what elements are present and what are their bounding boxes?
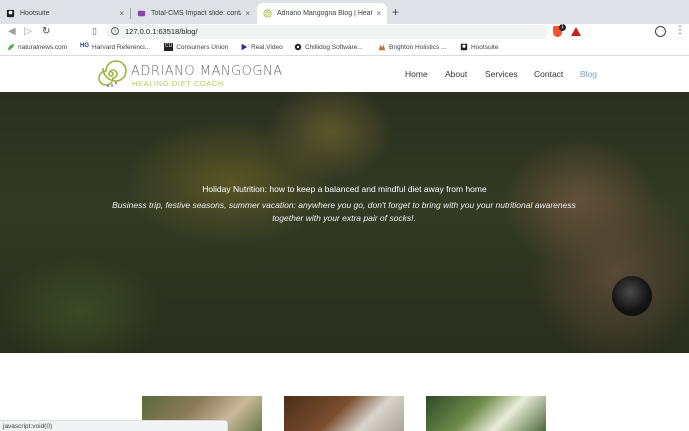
bookmark-label: Brighton Holistics ... (389, 43, 447, 51)
brighton-icon (378, 44, 386, 51)
spiral-favicon-icon (263, 9, 272, 18)
hero-subtitle: Business trip, festive seasons, summer v… (112, 200, 576, 223)
nav-about[interactable]: About (445, 69, 467, 79)
logo-name[interactable]: ADRIANO MANGOGNA (131, 64, 283, 79)
site-header: ADRIANO MANGOGNA HEALING DIET COACH Home… (0, 57, 689, 92)
profile-icon[interactable] (655, 26, 666, 37)
chillidog-icon (294, 43, 302, 51)
forward-arrow-icon[interactable]: ▷ (24, 26, 32, 37)
bookmark-label: Real.Video (251, 43, 283, 51)
status-bubble: javascript:void(0) (0, 420, 228, 431)
tab-title: Total-CMS Impact slide: contai (151, 10, 242, 17)
tab-hootsuite[interactable]: Hootsuite × (0, 3, 130, 24)
bookmark-label: naturalnews.com (18, 43, 68, 51)
nav-services[interactable]: Services (485, 69, 518, 79)
total-cms-favicon-icon (137, 10, 146, 17)
bookmark-harvard[interactable]: HG Harvard Referenci... (80, 43, 150, 51)
hootsuite-icon (460, 43, 468, 51)
site-info-icon[interactable]: i (111, 27, 119, 35)
tab-adriano-blog[interactable]: Adriano Mangogna Blog | Heali × (257, 3, 387, 24)
nav-contact[interactable]: Contact (534, 69, 563, 79)
bookmark-label: Harvard Referenci... (92, 43, 151, 51)
shield-count-badge: 1 (559, 24, 566, 31)
hero-banner: Holiday Nutrition: how to keep a balance… (0, 92, 689, 353)
bookmark-label: Chillidog Software... (305, 43, 363, 51)
browser-toolbar: ◀ ▷ ↻ ▯ i 127.0.0.1:63518/blog/ 1 ⋮ (0, 24, 689, 40)
bookmark-label: Consumers Union (176, 43, 229, 51)
back-arrow-icon[interactable]: ◀ (8, 26, 16, 37)
logo-tagline: HEALING DIET COACH (132, 79, 224, 88)
bookmark-chillidog[interactable]: Chillidog Software... (294, 43, 363, 51)
tab-title: Hootsuite (20, 10, 50, 17)
tab-title: Adriano Mangogna Blog | Heali (277, 10, 373, 17)
new-tab-button[interactable]: + (392, 5, 399, 19)
reload-icon[interactable]: ↻ (42, 26, 50, 37)
tab-close-icon[interactable]: × (376, 9, 381, 18)
spiral-logo-icon[interactable] (94, 59, 127, 89)
bookmark-naturalnews[interactable]: naturalnews.com (7, 43, 67, 51)
cu-icon: CU (164, 43, 174, 51)
bookmark-hootsuite[interactable]: Hootsuite (460, 43, 498, 51)
tab-close-icon[interactable]: × (245, 9, 250, 18)
leaf-icon (7, 43, 15, 51)
bookmark-real-video[interactable]: Real.Video (240, 43, 283, 51)
bookmark-label: Hootsuite (471, 43, 499, 51)
tab-strip: Hootsuite × Total-CMS Impact slide: cont… (0, 0, 689, 24)
bookmarks-bar: naturalnews.com HG Harvard Referenci... … (0, 40, 689, 56)
tab-close-icon[interactable]: × (119, 9, 124, 18)
play-icon (241, 43, 248, 51)
menu-dots-icon[interactable]: ⋮ (675, 25, 685, 36)
bookmark-consumers-union[interactable]: CU Consumers Union (164, 43, 228, 51)
bookmark-icon[interactable]: ▯ (92, 26, 97, 37)
nav-home[interactable]: Home (405, 69, 428, 79)
brave-rewards-icon[interactable] (571, 27, 581, 36)
bookmark-brighton-holistics[interactable]: Brighton Holistics ... (378, 43, 446, 51)
hero-title[interactable]: Holiday Nutrition: how to keep a balance… (0, 184, 689, 194)
tab-total-cms[interactable]: Total-CMS Impact slide: contai × (131, 3, 256, 24)
url-text[interactable]: 127.0.0.1:63518/blog/ (125, 27, 198, 36)
blog-post-thumbnail[interactable] (426, 396, 546, 431)
nav-blog[interactable]: Blog (580, 69, 597, 79)
hero-background-image (612, 276, 652, 316)
blog-post-thumbnail[interactable] (284, 396, 404, 431)
hootsuite-favicon-icon (6, 9, 15, 18)
hg-icon: HG (80, 43, 89, 49)
